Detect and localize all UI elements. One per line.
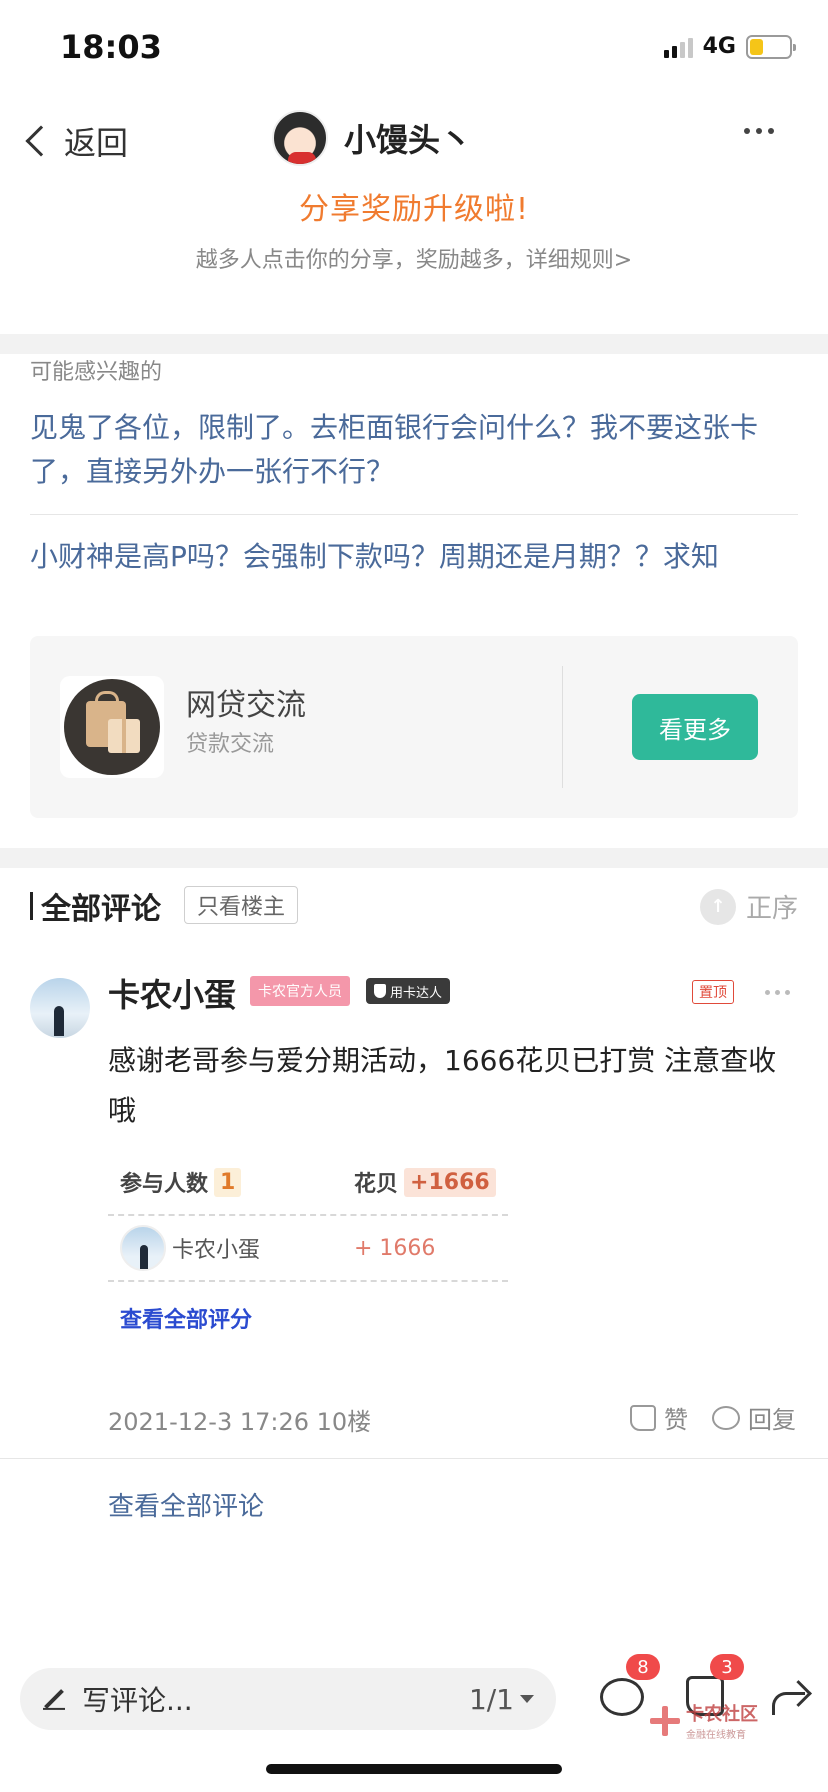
comments-title: 全部评论 (30, 884, 161, 928)
sort-label: 正序 (745, 894, 798, 924)
huabei-label: 花贝 (354, 1172, 399, 1197)
section-divider (0, 848, 828, 868)
shield-icon (374, 984, 386, 998)
chevron-left-icon (25, 125, 57, 157)
forum-title: 网贷交流 (186, 688, 306, 723)
battery-level (750, 38, 764, 55)
comment-actions: 赞 回复 (630, 1400, 796, 1435)
back-button[interactable]: 返回 (25, 118, 129, 164)
reward-user-amount: + 1666 (354, 1235, 436, 1261)
watermark: 卡农社区 金融在线教育 (650, 1700, 758, 1741)
divider (0, 1458, 828, 1459)
interest-item[interactable]: 小财神是高P吗？会强制下款吗？周期还是月期？？求知 (30, 535, 798, 579)
official-badge: 卡农官方人员 (250, 976, 350, 1006)
watermark-title: 卡农社区 (686, 1704, 758, 1725)
commenter-avatar[interactable] (30, 978, 90, 1038)
reply-label: 回复 (748, 1406, 796, 1434)
comment-floor: 10楼 (316, 1408, 372, 1436)
forum-subtitle: 贷款交流 (186, 732, 275, 757)
status-time: 18:03 (60, 28, 162, 66)
status-bar: 18:03 4G (0, 0, 828, 100)
reward-user-name[interactable]: 卡农小蛋 (172, 1232, 260, 1264)
reply-button[interactable]: 回复 (712, 1400, 796, 1435)
interest-item[interactable]: 见鬼了各位，限制了。去柜面银行会问什么？我不要这张卡了，直接另外办一张行不行？ (30, 406, 798, 515)
author-avatar[interactable] (272, 110, 328, 166)
watermark-subtitle: 金融在线教育 (686, 1730, 746, 1741)
thumbs-up-icon (630, 1404, 656, 1431)
view-all-ratings-link[interactable]: 查看全部评分 (108, 1302, 508, 1334)
section-divider (0, 334, 828, 354)
divider (562, 666, 563, 788)
participants-label: 参与人数 (120, 1172, 209, 1197)
home-indicator[interactable] (266, 1764, 562, 1774)
signal-icon (663, 36, 693, 58)
expert-badge: 用卡达人 (366, 978, 451, 1004)
comment-input[interactable]: 写评论... 1/1 (20, 1668, 556, 1730)
like-count-badge: 3 (710, 1654, 744, 1680)
comment-input-placeholder: 写评论... (82, 1684, 193, 1717)
reward-user-row: 卡农小蛋 + 1666 (108, 1216, 508, 1282)
huabei-total: +1666 (404, 1167, 496, 1197)
pen-icon (44, 1689, 64, 1709)
chat-bubble-icon (712, 1405, 740, 1430)
participants-count: 1 (214, 1167, 242, 1197)
expert-badge-label: 用卡达人 (390, 985, 443, 1001)
reward-header-row: 参与人数 1 花贝 +1666 (108, 1150, 508, 1216)
caret-down-icon (520, 1695, 534, 1703)
interest-label: 可能感兴趣的 (30, 360, 163, 385)
like-button[interactable]: 赞 (630, 1400, 688, 1435)
comment-more-icon[interactable] (765, 990, 790, 995)
top-nav: 返回 小馒头丶 (0, 100, 828, 180)
watermark-logo-icon (650, 1705, 680, 1736)
forum-card[interactable]: 网贷交流 贷款交流 看更多 (30, 636, 798, 818)
network-type: 4G (702, 34, 736, 59)
sort-button[interactable]: ↑ 正序 (699, 888, 798, 925)
sort-icon: ↑ (699, 888, 736, 925)
author-info[interactable]: 小馒头丶 (272, 110, 472, 166)
interest-section: 可能感兴趣的 见鬼了各位，限制了。去柜面银行会问什么？我不要这张卡了，直接另外办… (30, 354, 798, 579)
pinned-badge: 置顶 (692, 980, 734, 1004)
forum-icon (60, 676, 164, 778)
share-icon[interactable] (768, 1680, 808, 1715)
commenter-name[interactable]: 卡农小蛋 (108, 970, 236, 1016)
like-label: 赞 (664, 1406, 688, 1434)
comment-meta: 2021-12-3 17:26 10楼 (108, 1402, 371, 1437)
author-name[interactable]: 小馒头丶 (344, 115, 472, 161)
status-indicators: 4G (663, 34, 796, 59)
promo-title: 分享奖励升级啦! (298, 192, 530, 227)
see-more-button[interactable]: 看更多 (632, 694, 758, 760)
comment-timestamp: 2021-12-3 17:26 (108, 1408, 309, 1436)
battery-icon (746, 34, 796, 59)
comment-count-badge: 8 (626, 1654, 660, 1680)
shopping-bag-icon (64, 679, 160, 775)
promo-subtitle[interactable]: 越多人点击你的分享，奖励越多，详细规则> (0, 242, 828, 274)
comment-text: 感谢老哥参与爱分期活动，1666花贝已打赏 注意查收哦 (108, 1044, 777, 1127)
share-promo[interactable]: 分享奖励升级啦! 越多人点击你的分享，奖励越多，详细规则> (0, 184, 828, 274)
comments-icon[interactable] (600, 1678, 644, 1716)
page-indicator: 1/1 (468, 1682, 514, 1716)
comments-header: 全部评论 只看楼主 ↑ 正序 (30, 884, 798, 928)
view-all-comments-link[interactable]: 查看全部评论 (108, 1486, 264, 1523)
page-selector[interactable]: 1/1 (469, 1683, 534, 1716)
more-options-icon[interactable] (744, 128, 774, 134)
reward-table: 参与人数 1 花贝 +1666 卡农小蛋 + 1666 查看全部评分 (108, 1150, 508, 1340)
only-op-button[interactable]: 只看楼主 (184, 886, 299, 924)
back-label: 返回 (64, 124, 129, 162)
reward-user-avatar[interactable] (120, 1225, 166, 1271)
